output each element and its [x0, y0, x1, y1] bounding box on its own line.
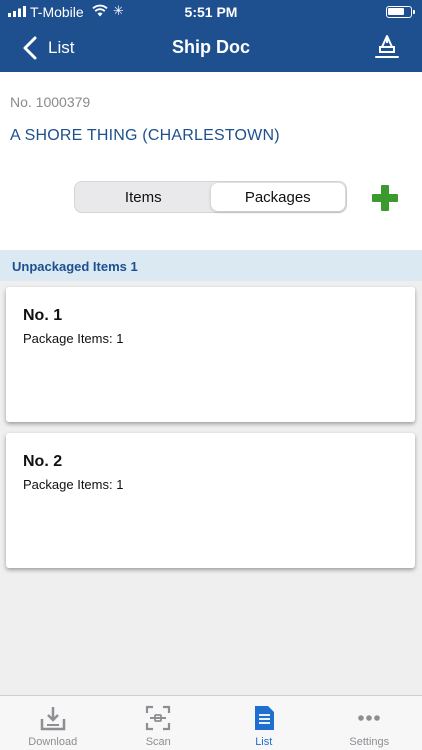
package-title: No. 1: [23, 307, 63, 324]
more-dots-icon: [358, 715, 381, 721]
package-item-count: Package Items: 1: [23, 331, 124, 346]
tab-scan[interactable]: Scan: [106, 696, 212, 750]
document-header: No. 1000379 A SHORE THING (CHARLESTOWN) …: [0, 72, 422, 250]
navigation-bar: List Ship Doc: [0, 24, 422, 72]
tab-download-label: Download: [28, 736, 78, 748]
unpackaged-items-header[interactable]: Unpackaged Items 1: [0, 250, 422, 281]
unpackaged-items-label: Unpackaged Items 1: [12, 259, 138, 274]
segment-packages[interactable]: Packages: [210, 183, 345, 211]
tab-list-label: List: [255, 736, 273, 748]
package-card[interactable]: No. 2 Package Items: 1: [6, 433, 415, 568]
tab-bar: Download Scan List Settings: [0, 695, 422, 750]
tab-list[interactable]: List: [211, 696, 317, 750]
items-packages-segmented-control: Items Packages: [74, 181, 347, 213]
scan-icon: [146, 705, 171, 731]
tab-scan-label: Scan: [145, 736, 171, 748]
battery-icon: [386, 6, 415, 18]
sign-icon[interactable]: [374, 34, 400, 60]
download-tray-icon: [40, 707, 65, 731]
customer-name: A SHORE THING (CHARLESTOWN): [10, 127, 280, 144]
status-bar: T-Mobile ✳ 5:51 PM: [0, 0, 422, 24]
document-list-icon: [254, 706, 274, 730]
package-item-count: Package Items: 1: [23, 477, 124, 492]
tab-settings[interactable]: Settings: [317, 696, 422, 750]
add-package-button[interactable]: [371, 184, 399, 212]
package-card[interactable]: No. 1 Package Items: 1: [6, 287, 415, 422]
document-number: No. 1000379: [10, 94, 91, 110]
segment-items[interactable]: Items: [76, 183, 211, 211]
clock: 5:51 PM: [184, 4, 238, 20]
tab-settings-label: Settings: [349, 736, 390, 748]
tab-download[interactable]: Download: [0, 696, 106, 750]
page-title: Ship Doc: [171, 37, 250, 57]
package-title: No. 2: [23, 453, 63, 470]
